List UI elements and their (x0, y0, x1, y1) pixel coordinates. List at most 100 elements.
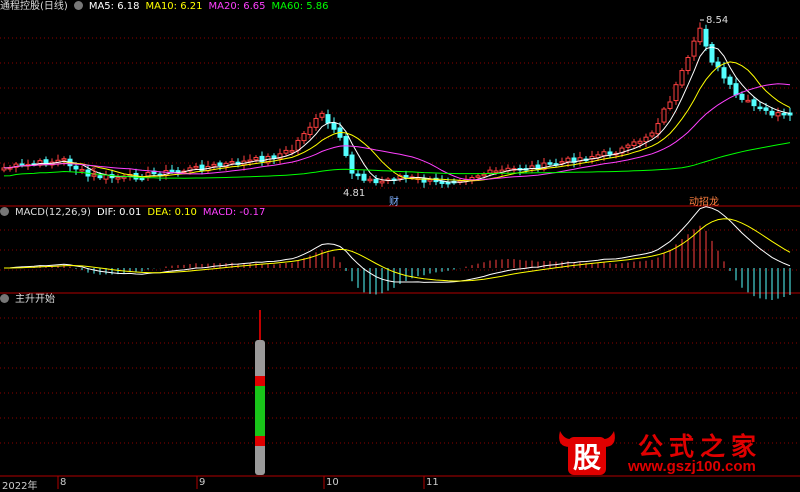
candle-body (313, 117, 319, 128)
candle-body (565, 157, 571, 163)
macd-panel-header: MACD(12,26,9) DIF: 0.01 DEA: 0.10 MACD: -0.… (0, 206, 271, 220)
chart-canvas[interactable] (0, 0, 800, 489)
candle-body (769, 110, 775, 116)
candle-body (79, 168, 85, 172)
macd-panel (3, 206, 791, 300)
candle-body (139, 177, 145, 181)
candle-body (721, 67, 727, 79)
candle-body (607, 151, 613, 155)
candle-body (775, 112, 781, 117)
x-tick-label: 8 (60, 477, 67, 488)
candle-body (487, 169, 493, 174)
candle-body (661, 108, 667, 123)
candle-body (355, 173, 361, 177)
ma60-value: MA60: 5.86 (271, 1, 329, 12)
ma5-line (3, 46, 791, 183)
ma5-value: MA5: 6.18 (88, 1, 140, 12)
dif-value: DIF: 0.01 (96, 207, 142, 218)
candle-body (229, 161, 235, 164)
candle-body (73, 165, 79, 170)
candle-body (19, 163, 25, 166)
candle-body (649, 132, 655, 137)
candle-body (625, 144, 631, 148)
indicator-panel-header: 主升开始 (0, 293, 61, 307)
event-marker-cai[interactable]: 财 (389, 193, 399, 208)
candle-body (61, 158, 67, 161)
stock-chart-window[interactable]: 通程控股(日线) MA5: 6.18 MA10: 6.21 MA20: 6.65 MA6… (0, 0, 800, 492)
candle-body (379, 180, 385, 184)
candle-body (331, 122, 337, 130)
candle-body (697, 27, 703, 43)
candle-body (667, 101, 673, 109)
moving-average-lines (3, 19, 791, 183)
candle-body (481, 173, 487, 177)
event-marker-multi[interactable]: 动招龙 (689, 193, 719, 208)
candle-body (289, 150, 295, 153)
macd-settings-dot-icon[interactable] (0, 207, 9, 216)
x-tick-label: 11 (426, 477, 439, 488)
candle-body (319, 112, 325, 118)
candle-body (217, 162, 223, 166)
x-tick-label: 2022年 (2, 481, 38, 492)
candle-body (403, 175, 409, 178)
settings-dot-icon[interactable] (73, 1, 83, 10)
candle-body (637, 140, 643, 144)
signal-bar-red (255, 376, 265, 386)
candle-body (193, 165, 199, 169)
candle-body (295, 139, 301, 151)
candle-body (757, 106, 763, 110)
candle-body (559, 161, 565, 164)
indicator-settings-dot-icon[interactable] (0, 294, 9, 303)
candle-body (631, 141, 637, 147)
ma10-value: MA10: 6.21 (145, 1, 203, 12)
candle-body (763, 107, 769, 111)
signal-s-marker[interactable]: S (91, 167, 97, 177)
dea-value: DEA: 0.10 (147, 207, 197, 218)
candle-body (745, 99, 751, 103)
candle-body (733, 83, 739, 96)
indicator-name[interactable]: 主升开始 (15, 294, 55, 305)
x-tick-label: 10 (326, 477, 339, 488)
candle-body (703, 28, 709, 47)
candle-body (655, 123, 661, 135)
candle-body (325, 114, 331, 124)
candle-body (307, 126, 313, 136)
candle-body (673, 84, 679, 102)
ma20-value: MA20: 6.65 (208, 1, 266, 12)
candle-body (679, 70, 685, 86)
candle-body (283, 149, 289, 154)
candle-body (115, 177, 121, 180)
price-panel-header: 通程控股(日线) MA5: 6.18 MA10: 6.21 MA20: 6.65 MA6… (0, 0, 335, 14)
candle-body (601, 151, 607, 157)
x-tick-label: 9 (199, 477, 206, 488)
stock-title[interactable]: 通程控股(日线) (0, 1, 68, 12)
signal-bar-green (255, 386, 265, 436)
candle-body (373, 178, 379, 184)
watermark-url: www.gszj100.com (628, 458, 756, 475)
candle-body (727, 76, 733, 85)
candle-body (301, 133, 307, 142)
candle-body (361, 173, 367, 181)
candle-body (685, 56, 691, 71)
bull-logo-icon: 股 (559, 431, 615, 475)
macd-name[interactable]: MACD(12,26,9) (15, 207, 91, 218)
candle-body (493, 170, 499, 173)
candle-body (367, 178, 373, 182)
logo-char: 股 (573, 441, 601, 474)
candle-body (427, 179, 433, 182)
candle-body (445, 181, 451, 185)
candle-body (739, 93, 745, 100)
candle-body (349, 154, 355, 174)
candle-body (169, 169, 175, 173)
signal-bar-red (255, 436, 265, 446)
candle-body (475, 175, 481, 178)
candle-body (211, 163, 217, 167)
candle-body (97, 175, 103, 179)
candle-body (691, 40, 697, 57)
low-price-label: 4.81 (343, 188, 366, 199)
indicator-panel (255, 310, 265, 475)
candle-body (751, 99, 757, 107)
candle-body (781, 112, 787, 116)
watermark: 股 公式之家 www.gszj100.com (556, 425, 786, 479)
candle-body (643, 136, 649, 143)
